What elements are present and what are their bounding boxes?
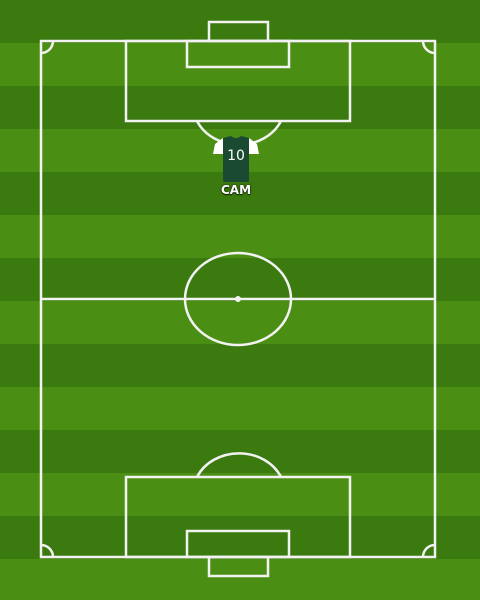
grass-stripe — [0, 430, 480, 473]
grass-stripe — [0, 387, 480, 430]
grass-stripe — [0, 258, 480, 301]
pitch — [0, 0, 480, 600]
pitch-view: 10 CAM — [0, 0, 480, 600]
grass-stripe — [0, 215, 480, 258]
player-token[interactable]: 10 CAM — [206, 134, 266, 204]
grass-stripe — [0, 86, 480, 129]
grass-stripe — [0, 516, 480, 559]
player-position-label: CAM — [220, 183, 252, 197]
player-number: 10 — [227, 148, 245, 164]
grass-stripe — [0, 43, 480, 86]
grass-stripe — [0, 301, 480, 344]
grass-stripe — [0, 559, 480, 600]
center-spot — [235, 296, 241, 302]
grass-stripe — [0, 473, 480, 516]
grass-stripe — [0, 344, 480, 387]
